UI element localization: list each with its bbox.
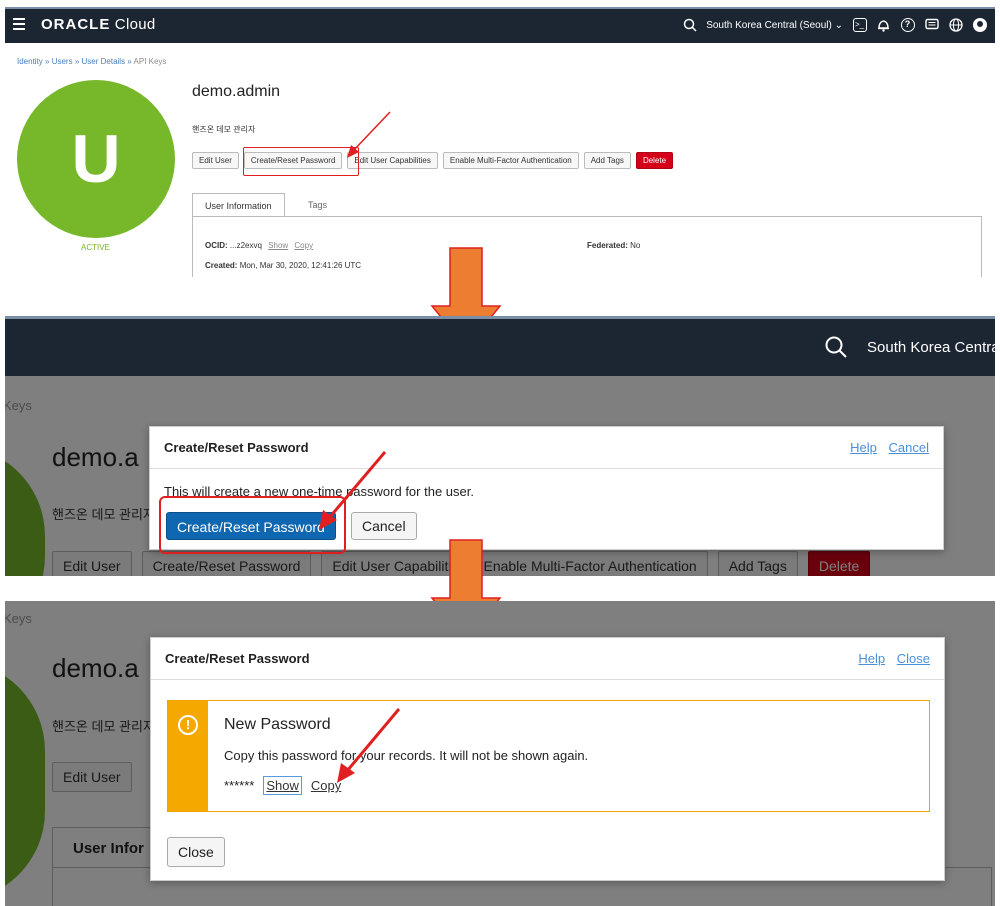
breadcrumb-identity[interactable]: Identity <box>17 57 43 66</box>
user-details-panel: ORACLE Cloud South Korea Central (Seoul)… <box>5 7 995 277</box>
menu-icon[interactable] <box>13 18 25 30</box>
user-description: 핸즈온 데모 관리자 <box>192 125 256 134</box>
search-icon[interactable] <box>825 336 847 358</box>
topbar-strip <box>5 7 995 9</box>
dialog-header: Create/Reset Password Help Close <box>151 638 944 680</box>
add-tags-button[interactable]: Add Tags <box>583 152 631 169</box>
delete-button[interactable]: Delete <box>635 152 674 169</box>
status-label: ACTIVE <box>81 243 110 252</box>
cancel-link[interactable]: Cancel <box>889 440 929 455</box>
user-avatar: U <box>17 80 175 238</box>
new-password-alert: ! New Password Copy this password for yo… <box>167 700 930 812</box>
chat-icon[interactable] <box>924 18 939 33</box>
ocid-show-link[interactable]: Show <box>268 241 288 250</box>
breadcrumb-user-details[interactable]: User Details <box>82 57 126 66</box>
created-field: Created: Mon, Mar 30, 2020, 12:41:26 UTC <box>205 261 362 270</box>
cloud-shell-icon[interactable]: >_ <box>852 18 867 33</box>
dialog-title: Create/Reset Password <box>164 440 309 455</box>
edit-user-button[interactable]: Edit User <box>192 152 239 169</box>
tab-tags[interactable]: Tags <box>296 193 339 217</box>
ocid-copy-link[interactable]: Copy <box>294 241 313 250</box>
breadcrumb-users[interactable]: Users <box>52 57 73 66</box>
breadcrumb-api-keys: API Keys <box>133 57 167 66</box>
annotation-arrow-2 <box>319 451 387 530</box>
help-icon[interactable]: ? <box>900 18 915 33</box>
profile-icon[interactable] <box>972 18 987 33</box>
annotation-arrow-1 <box>347 111 391 158</box>
region-selector[interactable]: South Korea Central (Seoul) ⌄ <box>706 20 843 31</box>
annotation-arrow-3 <box>337 708 401 783</box>
reset-confirm-panel: Keys demo.a 핸즈온 데모 관리자 Edit User Create/… <box>5 316 995 576</box>
dialog-title: Create/Reset Password <box>165 651 310 666</box>
new-password-panel: Keys demo.a 핸즈온 데모 관리자 Edit User User In… <box>5 601 995 906</box>
user-information-card: OCID: ...z2exvq Show Copy Federated: No … <box>192 216 982 277</box>
topbar-strip <box>5 316 995 319</box>
federated-field: Federated: No <box>587 241 641 250</box>
warning-icon: ! <box>178 715 198 735</box>
breadcrumb: Identity » Users » User Details » API Ke… <box>17 57 167 66</box>
bell-icon[interactable] <box>876 18 891 33</box>
top-navigation-bar: South Korea Centra <box>5 316 995 376</box>
ocid-field: OCID: ...z2exvq Show Copy <box>205 241 314 250</box>
close-button[interactable]: Close <box>167 837 225 867</box>
alert-side-bar: ! <box>168 701 208 811</box>
region-selector[interactable]: South Korea Centra <box>867 339 995 356</box>
dialog-header-links: Help Cancel <box>842 440 929 455</box>
enable-mfa-button[interactable]: Enable Multi-Factor Authentication <box>442 152 579 169</box>
new-password-dialog: Create/Reset Password Help Close ! New P… <box>150 637 945 881</box>
tutorial-screenshot: ORACLE Cloud South Korea Central (Seoul)… <box>0 0 1000 906</box>
close-link[interactable]: Close <box>897 651 930 666</box>
search-icon[interactable] <box>682 18 697 33</box>
page-title: demo.admin <box>192 83 281 100</box>
alert-title: New Password <box>224 716 331 733</box>
password-row: ****** Show Copy <box>224 776 341 795</box>
help-link[interactable]: Help <box>858 651 885 666</box>
chevron-down-icon: ⌄ <box>834 19 843 31</box>
help-link[interactable]: Help <box>850 440 877 455</box>
oracle-cloud-logo[interactable]: ORACLE Cloud <box>41 16 156 33</box>
globe-icon[interactable] <box>948 18 963 33</box>
dialog-header-links: Help Close <box>850 651 930 666</box>
user-tabs: User Information Tags OCID: ...z2exvq Sh… <box>192 193 982 277</box>
dialog-header: Create/Reset Password Help Cancel <box>150 427 943 469</box>
topbar-actions: South Korea Central (Seoul) ⌄ >_ ? <box>682 14 987 36</box>
alert-message: Copy this password for your records. It … <box>224 748 589 763</box>
masked-password: ****** <box>224 778 255 793</box>
tab-user-information[interactable]: User Information <box>192 193 285 217</box>
show-password-link[interactable]: Show <box>263 776 302 795</box>
top-navigation-bar: ORACLE Cloud South Korea Central (Seoul)… <box>5 7 995 43</box>
